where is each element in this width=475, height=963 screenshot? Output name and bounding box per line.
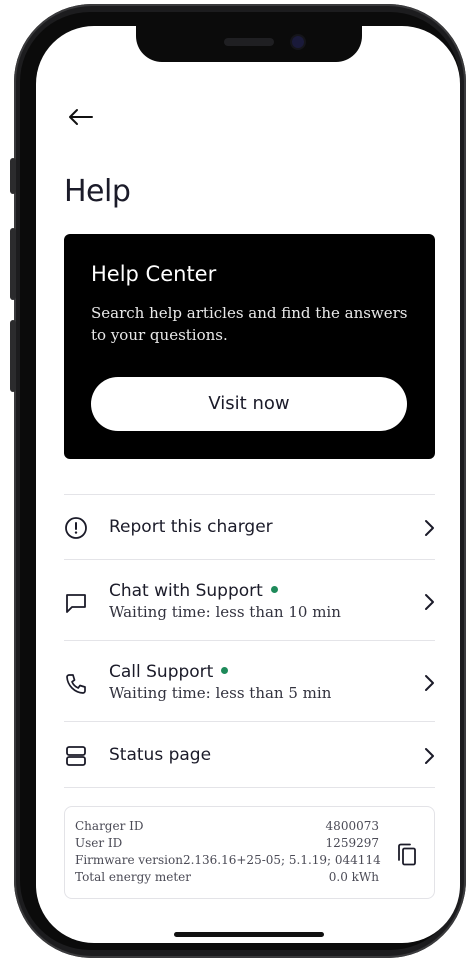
firmware-value: 2.136.16+25-05; 5.1.19; 044114 [182,853,381,867]
chevron-right-icon [423,747,435,765]
menu-item-report-charger[interactable]: Report this charger [64,514,435,564]
divider [64,494,435,495]
user-id-label: User ID [75,836,123,850]
help-center-card: Help Center Search help articles and fin… [64,234,435,459]
notch [136,26,362,62]
device-info-box: Charger ID 4800073 User ID 1259297 Firmw… [64,806,435,899]
online-status-dot [270,585,278,593]
home-indicator[interactable] [174,932,324,937]
menu-item-label: Status page [109,745,212,765]
menu-item-chat-support[interactable]: Chat with Support Waiting time: less tha… [64,579,435,639]
menu-item-subtitle: Waiting time: less than 10 min [109,603,341,621]
divider [64,640,435,641]
energy-value: 0.0 kWh [328,870,379,884]
server-icon [64,744,88,768]
info-row-charger-id: Charger ID 4800073 [75,819,379,835]
help-center-title: Help Center [91,262,217,286]
alert-circle-icon [64,516,88,540]
speaker-grille [224,38,274,46]
mute-switch [10,158,16,194]
volume-up-button [10,228,16,300]
menu-item-subtitle: Waiting time: less than 5 min [109,684,332,702]
divider [64,787,435,788]
menu-item-label: Call Support [109,662,229,682]
chat-bubble-icon [64,591,88,615]
visit-now-button[interactable]: Visit now [91,377,407,431]
page-title: Help [64,174,131,209]
energy-label: Total energy meter [75,870,192,884]
arrow-left-icon[interactable] [66,106,94,128]
copy-icon[interactable] [396,843,418,867]
user-id-value: 1259297 [325,836,379,850]
menu-item-status-page[interactable]: Status page [64,742,435,782]
info-row-user-id: User ID 1259297 [75,836,379,852]
menu-item-label: Chat with Support [109,581,278,601]
info-row-firmware: Firmware version2.136.16+25-05; 5.1.19; … [75,853,416,869]
chevron-right-icon [423,674,435,692]
online-status-dot [221,666,229,674]
phone-screen: Help Help Center Search help articles an… [36,26,460,943]
chevron-right-icon [423,593,435,611]
front-camera [292,36,304,48]
phone-icon [64,672,88,696]
menu-item-label: Report this charger [109,517,273,537]
chevron-right-icon [423,519,435,537]
volume-down-button [10,320,16,392]
charger-id-value: 4800073 [325,819,379,833]
charger-id-label: Charger ID [75,819,144,833]
firmware-label: Firmware version2.136.16+25-05; 5.1.19; … [75,853,381,867]
menu-item-call-support[interactable]: Call Support Waiting time: less than 5 m… [64,660,435,720]
help-center-description: Search help articles and find the answer… [91,304,408,344]
divider [64,721,435,722]
info-row-energy: Total energy meter 0.0 kWh [75,870,379,886]
divider [64,559,435,560]
